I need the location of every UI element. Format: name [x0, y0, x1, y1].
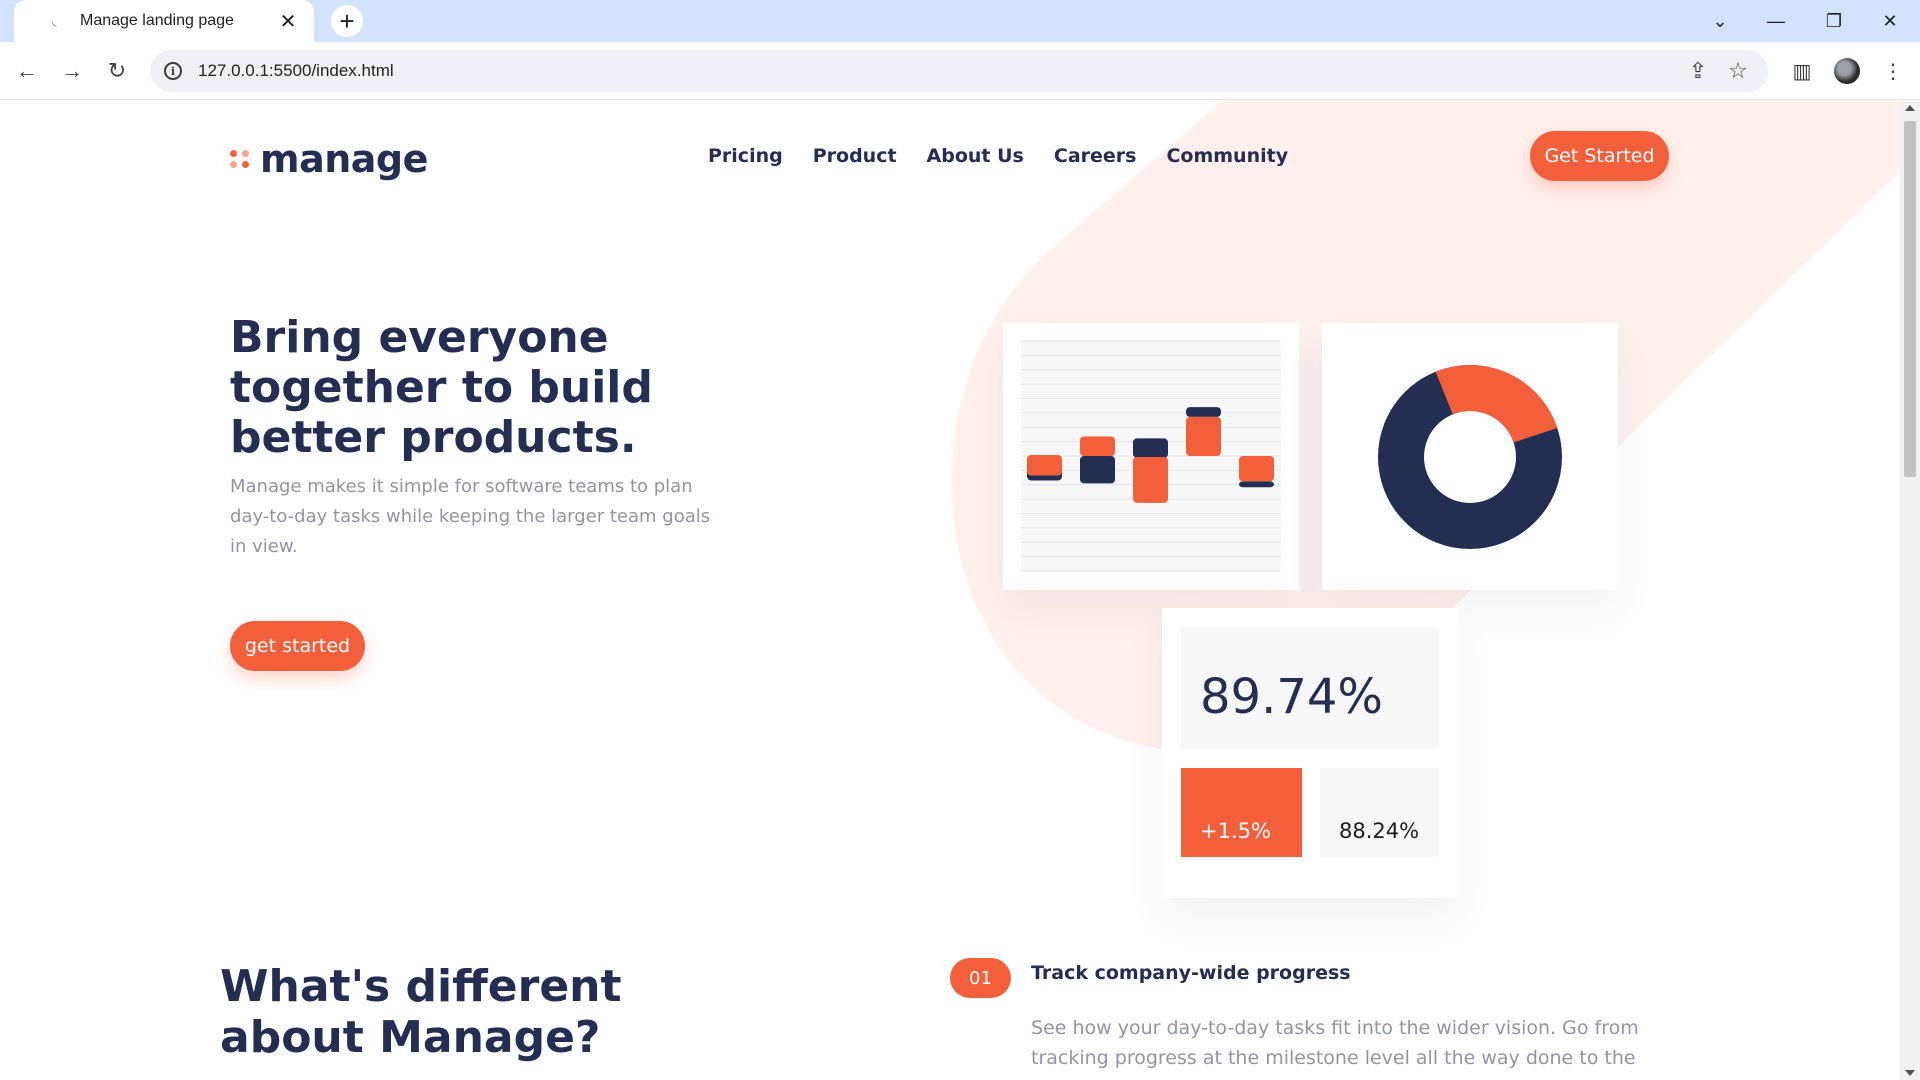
hero-title: Bring everyone together to build better …	[230, 312, 653, 463]
avatar[interactable]	[1834, 58, 1860, 84]
star-icon[interactable]: ☆	[1718, 51, 1758, 91]
bar-chart-illustration	[1021, 340, 1281, 572]
chevron-down-icon[interactable]: ⌄	[1692, 0, 1748, 42]
info-icon[interactable]: i	[164, 62, 182, 80]
kebab-menu-icon[interactable]: ⋮	[1876, 54, 1910, 88]
browser-toolbar: ← → ↻ i 127.0.0.1:5500/index.html ⇪ ☆ ▥ …	[0, 42, 1920, 100]
bar-orange-segment	[1133, 456, 1168, 503]
loading-spinner-icon: ◟	[52, 14, 57, 28]
nav-about-us[interactable]: About Us	[927, 145, 1024, 167]
browser-tab-strip: ◟ Manage landing page ✕ + ⌄ — ❐ ✕	[0, 0, 1920, 42]
logo-text: manage	[260, 137, 428, 181]
feature-title: Track company-wide progress	[1031, 962, 1351, 984]
bar-navy-segment	[1080, 456, 1115, 484]
stat-secondary: 88.24%	[1320, 768, 1439, 857]
minimize-icon[interactable]: —	[1748, 0, 1804, 42]
bar-navy-segment	[1239, 481, 1274, 488]
nav-pricing[interactable]: Pricing	[708, 145, 783, 167]
scrollbar-thumb[interactable]	[1904, 121, 1916, 477]
bar-navy-segment	[1186, 407, 1221, 417]
bar-orange-segment	[1186, 416, 1221, 456]
browser-tab[interactable]: ◟ Manage landing page ✕	[14, 0, 314, 42]
nav-careers[interactable]: Careers	[1054, 145, 1137, 167]
stat-change-value: +1.5%	[1200, 819, 1271, 843]
main-nav: Pricing Product About Us Careers Communi…	[708, 145, 1288, 167]
bar-orange-segment	[1239, 456, 1274, 482]
plus-icon[interactable]: +	[331, 5, 363, 37]
bar-orange-segment	[1027, 455, 1062, 476]
stat-secondary-value: 88.24%	[1339, 819, 1420, 843]
arrow-left-icon[interactable]: ←	[10, 54, 44, 88]
stat-main: 89.74%	[1181, 627, 1439, 749]
feature-number-badge: 01	[950, 958, 1011, 998]
arrow-right-icon[interactable]: →	[55, 54, 89, 88]
restore-icon[interactable]: ❐	[1806, 0, 1862, 42]
scroll-up-icon[interactable]	[1905, 105, 1915, 111]
address-bar[interactable]: i 127.0.0.1:5500/index.html ⇪ ☆	[150, 50, 1768, 92]
bar-navy-segment	[1133, 438, 1168, 458]
share-icon[interactable]: ⇪	[1678, 51, 1718, 91]
donut-illustration-card	[1322, 323, 1618, 590]
stat-change: +1.5%	[1181, 768, 1302, 857]
hero-description: Manage makes it simple for software team…	[230, 476, 711, 557]
page-viewport: manage Pricing Product About Us Careers …	[0, 101, 1920, 1080]
get-started-hero-button[interactable]: get started	[230, 621, 365, 671]
nav-community[interactable]: Community	[1166, 145, 1288, 167]
logo-mark-icon	[230, 150, 250, 168]
url-text[interactable]: 127.0.0.1:5500/index.html	[198, 61, 1678, 81]
side-panel-icon[interactable]: ▥	[1785, 54, 1819, 88]
reload-icon[interactable]: ↻	[100, 54, 134, 88]
nav-product[interactable]: Product	[813, 145, 897, 167]
background-decoration	[952, 101, 1900, 754]
donut-illustration	[1378, 365, 1562, 549]
section-title: What's different about Manage?	[220, 961, 622, 1063]
feature-description: See how your day-to-day tasks fit into t…	[1031, 1017, 1639, 1080]
close-icon[interactable]: ✕	[276, 9, 300, 33]
close-window-icon[interactable]: ✕	[1862, 0, 1918, 42]
bar-orange-segment	[1080, 436, 1115, 456]
get-started-nav-button[interactable]: Get Started	[1530, 131, 1669, 181]
bar-chart-illustration-card	[1003, 323, 1299, 590]
page-scrollbar[interactable]	[1900, 101, 1920, 1080]
tab-title: Manage landing page	[80, 12, 234, 29]
stats-card: 89.74% +1.5% 88.24%	[1162, 608, 1458, 898]
logo[interactable]: manage	[230, 137, 428, 181]
stat-main-value: 89.74%	[1200, 669, 1384, 725]
scroll-down-icon[interactable]	[1905, 1070, 1915, 1076]
